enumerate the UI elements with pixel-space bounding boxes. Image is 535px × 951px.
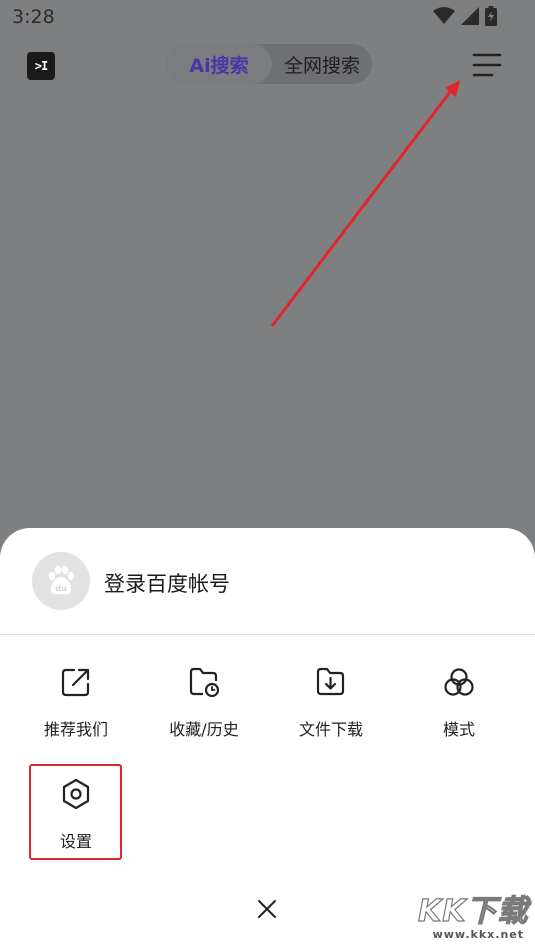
folder-clock-icon (189, 667, 220, 698)
avatar: du (32, 552, 90, 610)
search-mode-tabs: Ai搜索 全网搜索 (166, 44, 372, 84)
settings-item[interactable]: 设置 (16, 778, 136, 868)
menu-icon[interactable] (470, 50, 504, 80)
login-baidu-account: 登录百度帐号 (104, 572, 230, 596)
watermark-url: www.kkx.net (432, 928, 524, 941)
watermark-logo: KK下载 www.kkx.net (417, 894, 530, 948)
settings-label: 设置 (59, 832, 92, 851)
close-icon[interactable] (255, 897, 279, 921)
app-logo-icon[interactable]: >I (27, 52, 55, 80)
status-icons (433, 6, 497, 26)
login-row[interactable]: du 登录百度帐号 (0, 528, 535, 635)
mode-item[interactable]: 模式 (399, 666, 519, 756)
top-bar: >I Ai搜索 全网搜索 (0, 36, 535, 94)
battery-icon (485, 6, 497, 26)
status-bar: 3:28 (0, 0, 535, 36)
favorites-history-item[interactable]: 收藏/历史 (144, 666, 264, 756)
wifi-icon (433, 7, 455, 24)
mode-label: 模式 (442, 720, 475, 739)
folder-download-icon (316, 667, 345, 696)
tab-web-search[interactable]: 全网搜索 (272, 44, 372, 84)
tab-ai-search[interactable]: Ai搜索 (166, 44, 272, 84)
watermark-title: KK下载 (417, 894, 529, 929)
baidu-paw-icon: du (48, 565, 75, 595)
hexagon-settings-icon (62, 778, 90, 810)
share-icon (61, 668, 90, 697)
file-download-label: 文件下载 (298, 720, 363, 739)
favorites-history-label: 收藏/历史 (169, 720, 239, 739)
file-download-item[interactable]: 文件下载 (271, 666, 391, 756)
svg-text:du: du (55, 584, 67, 593)
bottom-sheet: du 登录百度帐号 推荐我们 收藏/历史 文件下载 模式 设置 (0, 528, 535, 951)
signal-icon (461, 7, 479, 25)
recommend-us-label: 推荐我们 (43, 720, 108, 739)
circles-icon (444, 668, 474, 696)
recommend-us-item[interactable]: 推荐我们 (16, 666, 136, 756)
status-time: 3:28 (12, 6, 55, 28)
